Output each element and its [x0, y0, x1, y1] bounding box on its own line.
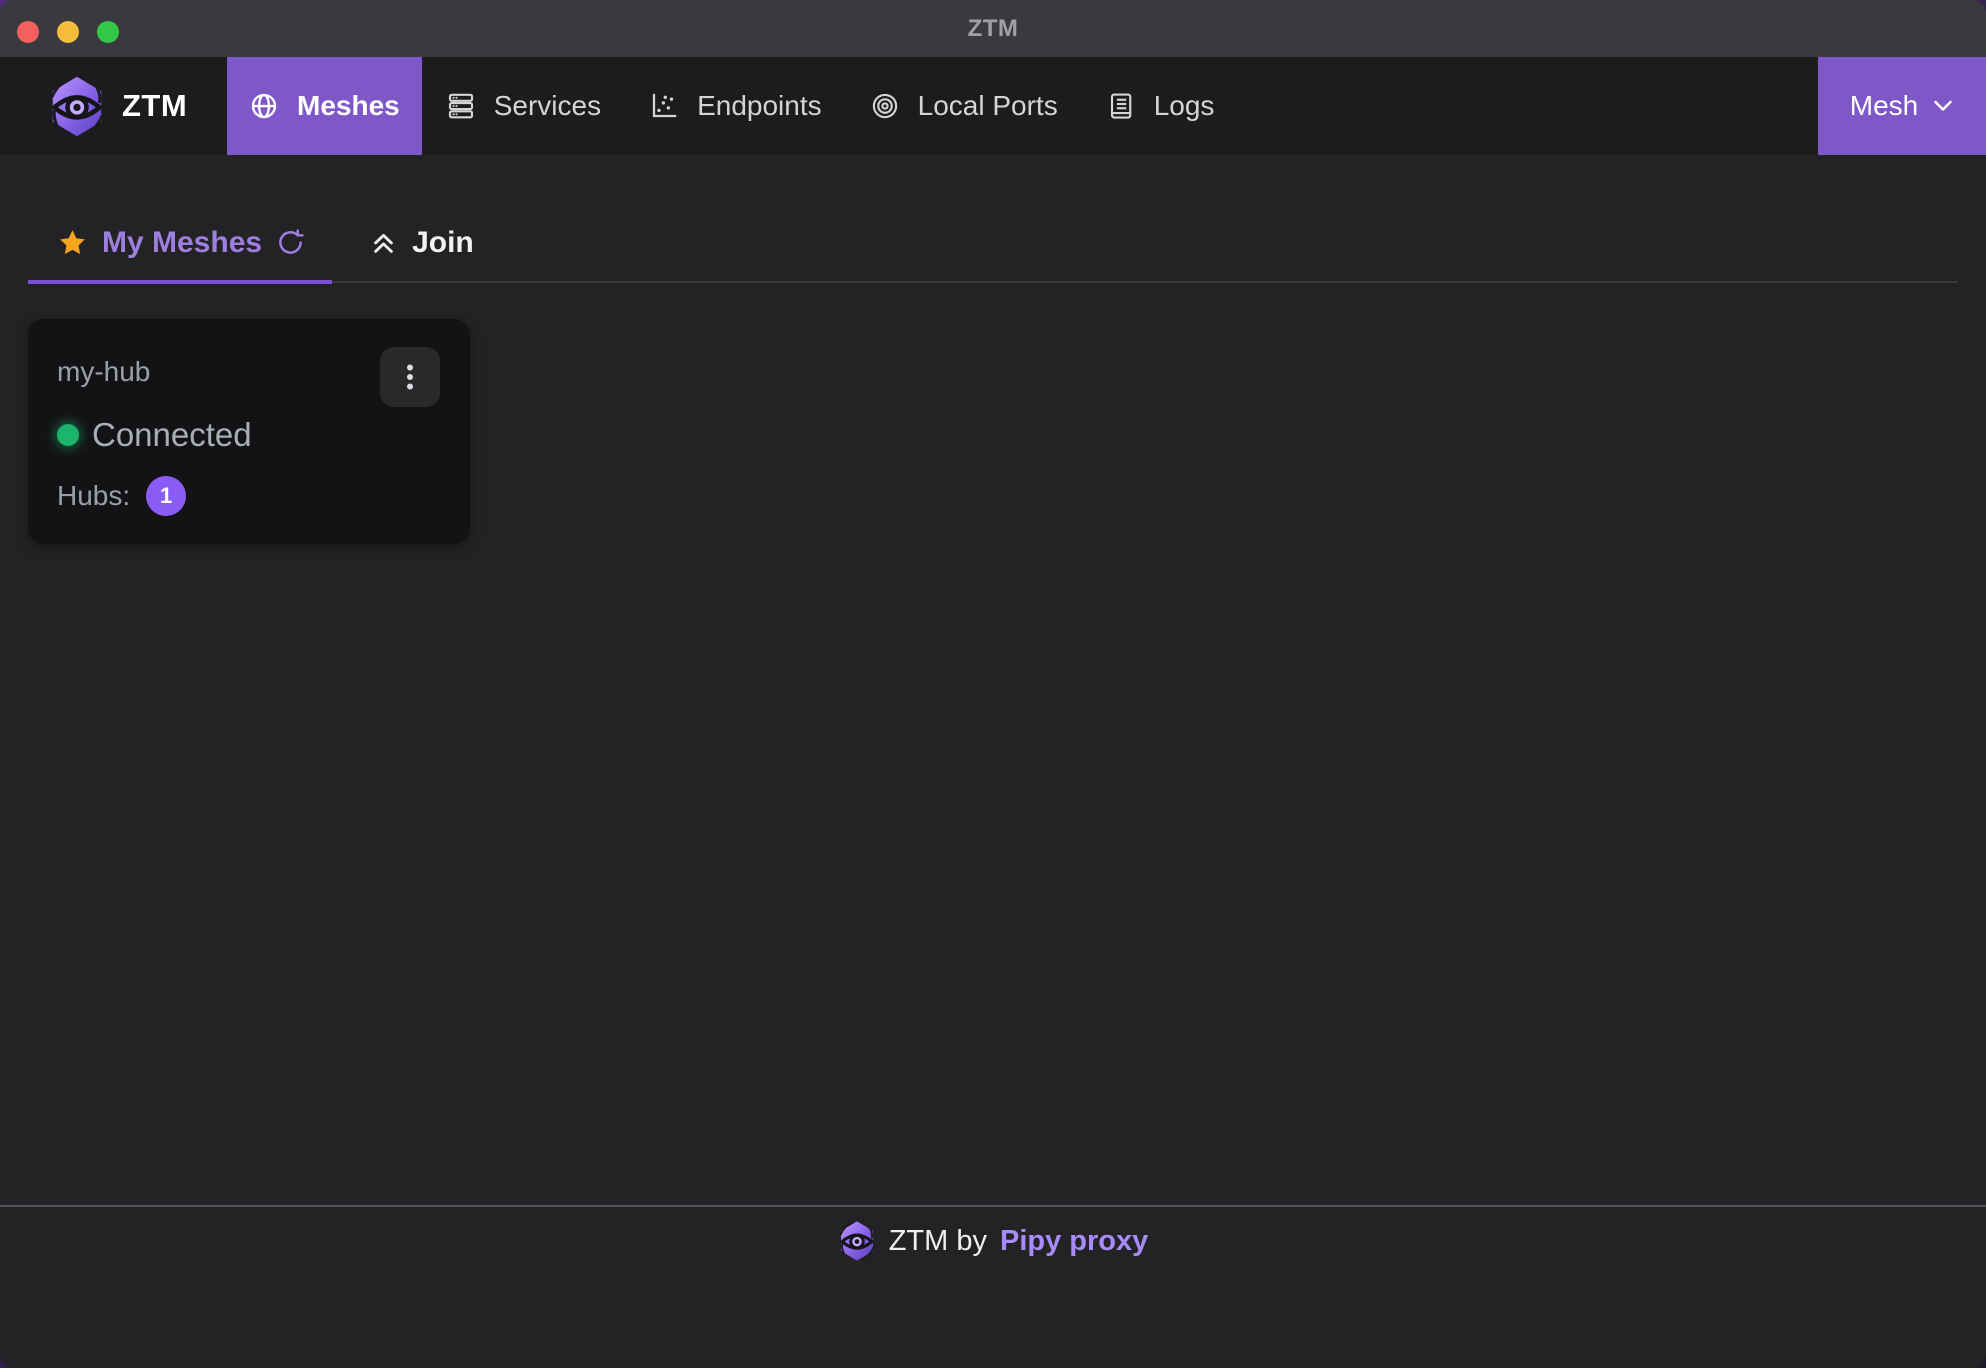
star-icon — [60, 230, 85, 255]
globe-icon — [251, 93, 277, 119]
nav-item-label: Endpoints — [697, 90, 822, 121]
tab-my-meshes[interactable]: My Meshes — [28, 155, 333, 284]
nav-item-label: Logs — [1153, 90, 1215, 121]
zoom-window-button[interactable] — [97, 21, 119, 43]
hubs-count-badge: 1 — [146, 476, 187, 516]
refresh-icon[interactable] — [277, 229, 304, 256]
brand-name: ZTM — [122, 88, 188, 123]
mesh-card-menu-button[interactable] — [380, 347, 440, 407]
mesh-card[interactable]: my-hub Connected Hubs: 1 — [28, 319, 470, 544]
tab-label: My Meshes — [102, 225, 263, 259]
nav-item-logs[interactable]: Logs — [1082, 57, 1239, 155]
nav-item-meshes[interactable]: Meshes — [227, 57, 422, 155]
mesh-status-row: Connected — [57, 416, 440, 454]
tab-join[interactable]: Join — [346, 155, 498, 281]
footer: ZTM by Pipy proxy — [0, 1205, 1986, 1368]
nav-item-endpoints[interactable]: Endpoints — [625, 57, 846, 155]
server-icon — [448, 93, 473, 119]
mesh-status: Connected — [92, 416, 252, 453]
mesh-name: my-hub — [57, 356, 151, 387]
ztm-footer-logo-icon — [838, 1220, 876, 1262]
content-empty-area — [0, 544, 1986, 1205]
mesh-hubs-row: Hubs: 1 — [57, 476, 440, 516]
mesh-dropdown-button[interactable]: Mesh — [1818, 57, 1986, 155]
chevron-down-icon — [1934, 100, 1952, 111]
status-dot-icon — [57, 424, 79, 446]
footer-byline: ZTM by — [888, 1224, 987, 1257]
angle-double-up-icon — [374, 233, 393, 253]
titlebar: ZTM — [0, 0, 1986, 57]
window-title: ZTM — [967, 14, 1019, 42]
ztm-logo-icon — [48, 75, 106, 138]
hubs-label: Hubs: — [57, 480, 131, 511]
traffic-lights — [17, 21, 119, 43]
nav-item-label: Services — [493, 90, 602, 121]
book-icon — [1110, 93, 1132, 119]
bullseye-icon — [872, 93, 897, 119]
main-content: My Meshes Join my-hub Connected Hubs: 1 … — [0, 155, 1986, 1368]
pipy-proxy-link[interactable]: Pipy proxy — [1000, 1225, 1148, 1258]
app-window: ZTM ZTM Meshes Services Endpoints Local … — [0, 0, 1986, 1368]
tab-row: My Meshes Join — [28, 155, 1958, 284]
nav-item-services[interactable]: Services — [422, 57, 625, 155]
navbar: ZTM Meshes Services Endpoints Local Port… — [0, 57, 1986, 155]
close-window-button[interactable] — [17, 21, 39, 43]
chart-scatter-icon — [652, 93, 677, 118]
mesh-dropdown-label: Mesh — [1849, 90, 1919, 121]
ellipsis-vertical-icon — [407, 364, 413, 390]
tab-label: Join — [412, 226, 474, 259]
nav-item-label: Meshes — [297, 90, 400, 121]
brand: ZTM — [0, 57, 227, 155]
minimize-window-button[interactable] — [57, 21, 79, 43]
nav-item-local-ports[interactable]: Local Ports — [846, 57, 1082, 155]
nav-item-label: Local Ports — [917, 90, 1058, 121]
